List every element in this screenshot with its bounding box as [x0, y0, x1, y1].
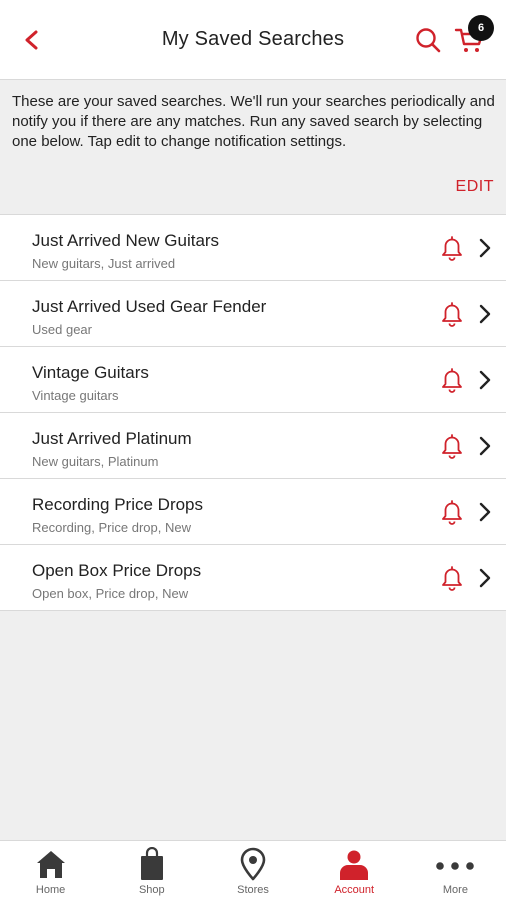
saved-search-item[interactable]: Just Arrived Platinum New guitars, Plati… — [0, 413, 506, 479]
bell-icon[interactable] — [437, 365, 467, 395]
saved-search-title: Just Arrived Used Gear Fender — [32, 297, 267, 316]
intro-text: These are your saved searches. We'll run… — [12, 93, 495, 150]
saved-search-item[interactable]: Vintage Guitars Vintage guitars — [0, 347, 506, 413]
bottom-tab-bar: Home Shop Stores Account More — [0, 840, 506, 900]
saved-search-title: Vintage Guitars — [32, 363, 149, 382]
shopping-bag-icon — [140, 847, 163, 880]
bell-icon[interactable] — [437, 563, 467, 593]
saved-search-title: Open Box Price Drops — [32, 561, 202, 580]
bell-icon[interactable] — [437, 233, 467, 263]
location-pin-icon — [240, 847, 266, 881]
tab-account-label: Account — [334, 884, 375, 896]
saved-searches-list: Just Arrived New Guitars New guitars, Ju… — [0, 214, 506, 611]
saved-search-subtitle: New guitars, Platinum — [32, 454, 159, 469]
bell-icon[interactable] — [437, 497, 467, 527]
more-dots-icon — [436, 862, 475, 870]
saved-search-subtitle: Open box, Price drop, New — [32, 586, 189, 601]
edit-button[interactable]: EDIT — [456, 178, 494, 196]
saved-search-item[interactable]: Just Arrived New Guitars New guitars, Ju… — [0, 215, 506, 281]
saved-search-item[interactable]: Just Arrived Used Gear Fender Used gear — [0, 281, 506, 347]
tab-account[interactable]: Account — [304, 841, 405, 900]
tab-shop[interactable]: Shop — [101, 841, 202, 900]
chevron-right-icon — [479, 436, 491, 456]
saved-search-item[interactable]: Open Box Price Drops Open box, Price dro… — [0, 545, 506, 611]
tab-stores[interactable]: Stores — [202, 841, 303, 900]
saved-search-subtitle: New guitars, Just arrived — [32, 256, 176, 271]
home-icon — [36, 851, 65, 878]
tab-stores-label: Stores — [237, 884, 269, 896]
chevron-right-icon — [479, 568, 491, 588]
saved-search-subtitle: Used gear — [32, 322, 92, 337]
bell-icon[interactable] — [437, 431, 467, 461]
saved-search-title: Just Arrived Platinum — [32, 429, 192, 448]
tab-home[interactable]: Home — [0, 841, 101, 900]
chevron-right-icon — [479, 238, 491, 258]
cart-count-badge: 6 — [468, 15, 494, 41]
chevron-right-icon — [479, 370, 491, 390]
saved-search-title: Recording Price Drops — [32, 495, 204, 514]
chevron-right-icon — [479, 502, 491, 522]
tab-shop-label: Shop — [138, 884, 165, 896]
search-icon[interactable] — [414, 26, 442, 54]
tab-more[interactable]: More — [405, 841, 506, 900]
person-icon — [340, 850, 369, 880]
tab-home-label: Home — [35, 884, 66, 896]
saved-search-subtitle: Recording, Price drop, New — [32, 520, 191, 535]
chevron-right-icon — [479, 304, 491, 324]
tab-more-label: More — [442, 884, 468, 896]
saved-search-subtitle: Vintage guitars — [32, 388, 119, 403]
saved-search-title: Just Arrived New Guitars — [32, 231, 220, 250]
saved-search-item[interactable]: Recording Price Drops Recording, Price d… — [0, 479, 506, 545]
bell-icon[interactable] — [437, 299, 467, 329]
top-app-bar: My Saved Searches 6 — [0, 0, 506, 80]
